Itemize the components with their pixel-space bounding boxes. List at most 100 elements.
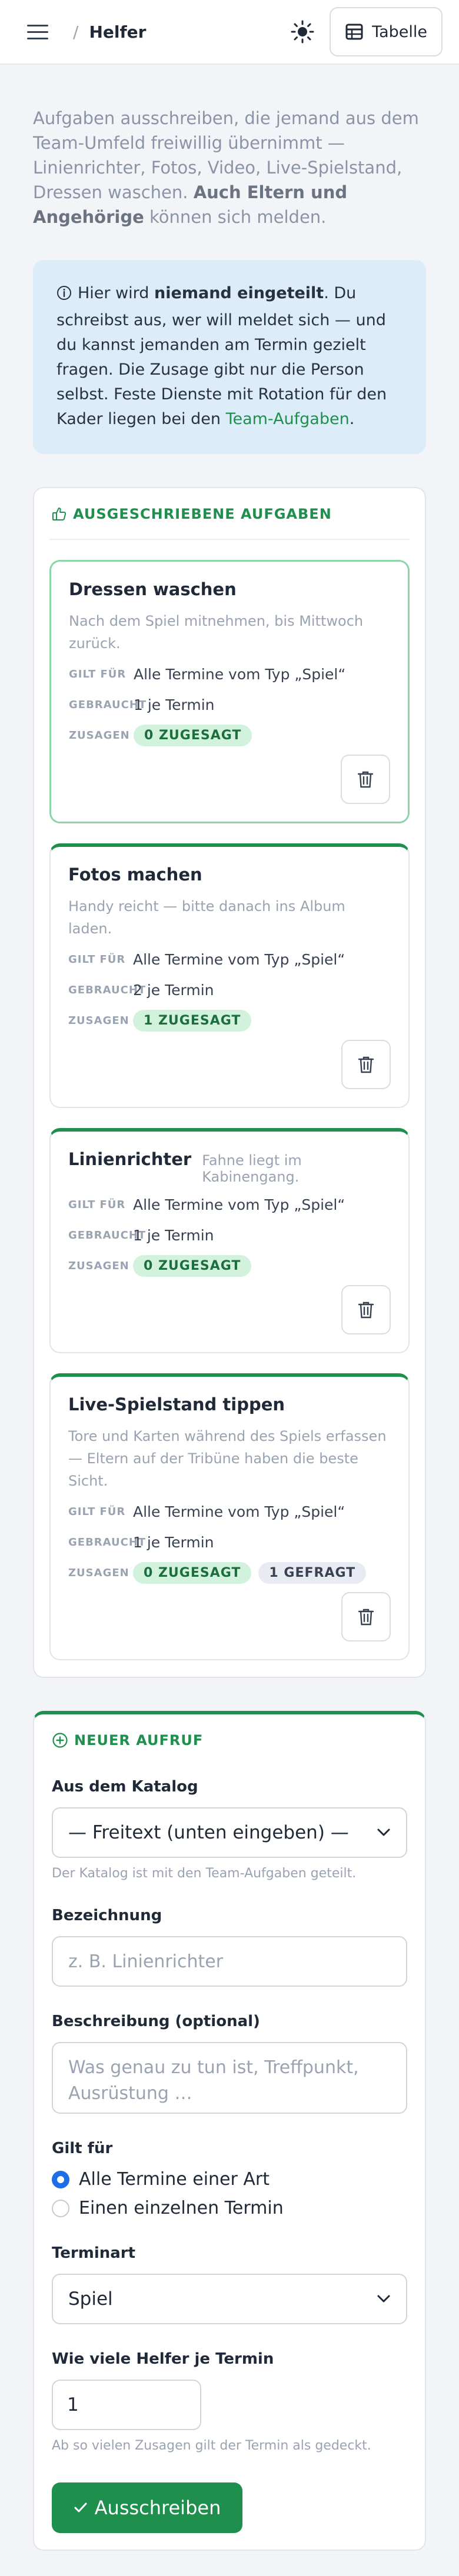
- applies-label: GILT FÜR: [68, 1505, 126, 1518]
- description-label: Beschreibung (optional): [52, 2013, 260, 2030]
- info-icon: [56, 283, 72, 308]
- trash-icon: [358, 1609, 374, 1626]
- task-commits-row: ZUSAGEN 0 ZUGESAGT: [68, 1254, 391, 1277]
- helper-count-hint: Ab so vielen Zusagen gilt der Termin als…: [52, 2438, 371, 2453]
- task-commits-row: ZUSAGEN 0 ZUGESAGT 1 GEFRAGT: [68, 1561, 391, 1584]
- check-icon: [74, 2502, 87, 2512]
- needed-value: 1 je Termin: [133, 1533, 214, 1551]
- tasks-card: AUSGESCHRIEBENE AUFGABEN Dressen waschen…: [33, 487, 426, 1678]
- info-bold: niemand eingeteilt: [154, 284, 324, 302]
- delete-task-button[interactable]: [341, 1040, 391, 1089]
- intro-tail: können sich melden.: [149, 207, 327, 227]
- description-placeholder: Was genau zu tun ist, Treffpunkt, Ausrüs…: [68, 2057, 359, 2104]
- applies-value: Alle Termine vom Typ „Spiel“: [134, 665, 346, 683]
- new-call-header: NEUER AUFRUF: [49, 1732, 410, 1752]
- commits-label: ZUSAGEN: [68, 1566, 129, 1579]
- task-description: Nach dem Spiel mitnehmen, bis Mittwoch z…: [69, 613, 364, 652]
- trash-icon: [358, 1056, 374, 1073]
- task-description: Tore und Karten während des Spiels erfas…: [68, 1428, 387, 1489]
- applies-value: Alle Termine vom Typ „Spiel“: [133, 950, 345, 968]
- task-title: Live-Spielstand tippen: [68, 1394, 285, 1414]
- radio-all-label: Alle Termine einer Art: [79, 2169, 270, 2190]
- info-text: . Du schreibst aus, wer will meldet sich…: [56, 284, 387, 428]
- asked-badge: 1 GEFRAGT: [258, 1561, 367, 1584]
- radio-single-event[interactable]: Einen einzelnen Termin: [52, 2198, 407, 2218]
- radio-all-events[interactable]: Alle Termine einer Art: [52, 2169, 407, 2190]
- commits-label: ZUSAGEN: [68, 1259, 129, 1272]
- radio-unselected-icon[interactable]: [52, 2199, 69, 2217]
- name-input[interactable]: z. B. Linienrichter: [52, 1936, 407, 1987]
- task-card[interactable]: Linienrichter Fahne liegt im Kabinengang…: [49, 1128, 410, 1353]
- submit-button[interactable]: Ausschreiben: [52, 2482, 242, 2533]
- catalog-value: — Freitext (unten eingeben) —: [68, 1822, 349, 1843]
- hamburger-icon[interactable]: [24, 18, 52, 46]
- top-bar: / Helfer Tabelle: [0, 0, 459, 65]
- commits-label: ZUSAGEN: [69, 729, 130, 742]
- needed-value: 2 je Termin: [133, 981, 214, 999]
- applies-label: GILT FÜR: [68, 953, 126, 966]
- task-card[interactable]: Dressen waschen Nach dem Spiel mitnehmen…: [49, 560, 410, 823]
- task-needed-row: GEBRAUCHT 1 je Termin: [69, 693, 390, 716]
- event-type-value: Spiel: [68, 2288, 113, 2310]
- task-applies-row: GILT FÜR Alle Termine vom Typ „Spiel“: [69, 663, 390, 685]
- breadcrumb-separator: /: [73, 22, 79, 42]
- task-card[interactable]: Fotos machen Handy reicht — bitte danach…: [49, 843, 410, 1108]
- info-end: .: [349, 410, 355, 428]
- radio-selected-icon[interactable]: [52, 2170, 69, 2188]
- helper-count-input[interactable]: 1: [52, 2380, 201, 2430]
- needed-label: GEBRAUCHT: [68, 1536, 147, 1549]
- team-tasks-link[interactable]: Team-Aufgaben: [226, 410, 350, 428]
- chevron-down-icon: [377, 2295, 390, 2303]
- task-applies-row: GILT FÜR Alle Termine vom Typ „Spiel“: [68, 1500, 391, 1523]
- table-view-button[interactable]: Tabelle: [330, 7, 443, 56]
- event-type-select[interactable]: Spiel: [52, 2274, 407, 2324]
- commits-badge: 0 ZUGESAGT: [133, 1561, 252, 1584]
- plus-circle-icon: [52, 1733, 68, 1748]
- applies-label: GILT FÜR: [69, 668, 127, 680]
- radio-single-label: Einen einzelnen Termin: [79, 2198, 284, 2218]
- task-card[interactable]: Live-Spielstand tippen Tore und Karten w…: [49, 1373, 410, 1660]
- task-title: Dressen waschen: [69, 579, 237, 599]
- table-icon: [345, 24, 363, 40]
- needed-label: GEBRAUCHT: [68, 1229, 147, 1242]
- submit-label: Ausschreiben: [94, 2497, 221, 2519]
- helper-count-label: Wie viele Helfer je Termin: [52, 2350, 274, 2368]
- chevron-down-icon: [377, 1828, 390, 1836]
- task-applies-row: GILT FÜR Alle Termine vom Typ „Spiel“: [68, 948, 391, 970]
- commits-badge: 0 ZUGESAGT: [133, 1254, 252, 1277]
- trash-icon: [358, 1302, 374, 1319]
- task-needed-row: GEBRAUCHT 1 je Termin: [68, 1224, 391, 1246]
- tasks-section-header: AUSGESCHRIEBENE AUFGABEN: [49, 506, 410, 540]
- commits-badge: 0 ZUGESAGT: [134, 724, 252, 746]
- needed-label: GEBRAUCHT: [68, 983, 147, 996]
- catalog-hint: Der Katalog ist mit den Team-Aufgaben ge…: [52, 1866, 357, 1881]
- sun-icon[interactable]: [286, 15, 319, 48]
- applies-label: GILT FÜR: [68, 1198, 126, 1211]
- task-commits-row: ZUSAGEN 0 ZUGESAGT: [69, 724, 390, 746]
- trash-icon: [357, 771, 374, 788]
- task-commits-row: ZUSAGEN 1 ZUGESAGT: [68, 1009, 391, 1032]
- delete-task-button[interactable]: [341, 1285, 391, 1334]
- task-needed-row: GEBRAUCHT 1 je Termin: [68, 1531, 391, 1553]
- applies-value: Alle Termine vom Typ „Spiel“: [133, 1503, 345, 1520]
- name-label: Bezeichnung: [52, 1907, 162, 1924]
- applies-value: Alle Termine vom Typ „Spiel“: [133, 1196, 345, 1213]
- name-placeholder: z. B. Linienrichter: [68, 1951, 224, 1972]
- task-title: Fotos machen: [68, 865, 202, 885]
- new-call-card: NEUER AUFRUF Aus dem Katalog — Freitext …: [33, 1711, 426, 2551]
- description-textarea[interactable]: Was genau zu tun ist, Treffpunkt, Ausrüs…: [52, 2042, 407, 2114]
- commits-badge: 1 ZUGESAGT: [133, 1009, 252, 1032]
- catalog-select[interactable]: — Freitext (unten eingeben) —: [52, 1807, 407, 1858]
- info-pre: Hier wird: [78, 284, 149, 302]
- tasks-section-title: AUSGESCHRIEBENE AUFGABEN: [73, 506, 332, 522]
- task-title: Linienrichter: [68, 1149, 192, 1169]
- intro-text: Aufgaben ausschreiben, die jemand aus de…: [33, 106, 426, 229]
- thumbs-up-icon: [52, 508, 66, 520]
- commits-label: ZUSAGEN: [68, 1014, 129, 1027]
- delete-task-button[interactable]: [341, 1592, 391, 1641]
- helper-count-value: 1: [67, 2394, 79, 2415]
- catalog-label: Aus dem Katalog: [52, 1778, 198, 1796]
- task-needed-row: GEBRAUCHT 2 je Termin: [68, 979, 391, 1001]
- delete-task-button[interactable]: [341, 755, 390, 804]
- page-title: Helfer: [89, 22, 147, 42]
